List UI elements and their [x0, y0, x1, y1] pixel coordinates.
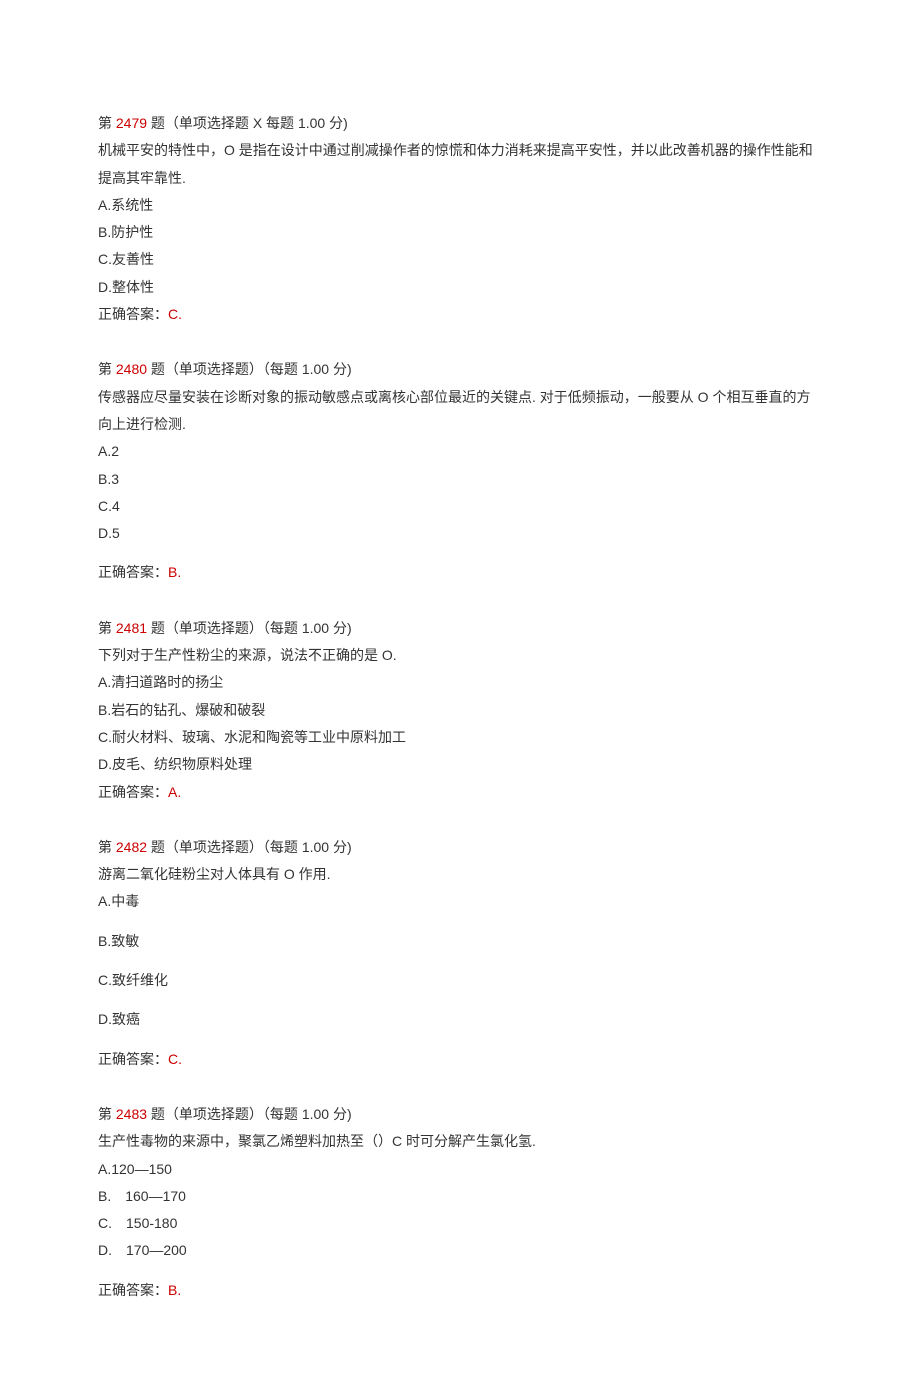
question-header: 第 2481 题（单项选择题）（每题 1.00 分)	[98, 615, 822, 642]
question-meta: 题（单项选择题）（每题 1.00 分)	[147, 361, 352, 377]
question-option: B.岩石的钻孔、爆破和破裂	[98, 697, 822, 724]
question-block: 第 2481 题（单项选择题）（每题 1.00 分)下列对于生产性粉尘的来源，说…	[98, 615, 822, 806]
answer-label: 正确答案：	[98, 306, 168, 322]
question-block: 第 2483 题（单项选择题）（每题 1.00 分)生产性毒物的来源中，聚氯乙烯…	[98, 1101, 822, 1304]
question-option: A.120—150	[98, 1156, 822, 1183]
question-option: C.耐火材料、玻璃、水泥和陶瓷等工业中原料加工	[98, 724, 822, 751]
document-body: 第 2479 题（单项选择题 X 每题 1.00 分)机械平安的特性中，O 是指…	[98, 110, 822, 1304]
question-option: D.5	[98, 520, 822, 547]
question-stem: 游离二氧化硅粉尘对人体具有 O 作用.	[98, 861, 822, 888]
answer-label: 正确答案：	[98, 1282, 168, 1298]
question-option: A.中毒	[98, 888, 822, 915]
question-block: 第 2482 题（单项选择题）（每题 1.00 分)游离二氧化硅粉尘对人体具有 …	[98, 834, 822, 1073]
question-meta: 题（单项选择题）（每题 1.00 分)	[147, 839, 352, 855]
question-option: C.4	[98, 493, 822, 520]
question-header: 第 2480 题（单项选择题）（每题 1.00 分)	[98, 356, 822, 383]
question-number: 2482	[116, 839, 147, 855]
question-number: 2479	[116, 115, 147, 131]
answer-line: 正确答案：C.	[98, 301, 822, 328]
question-option: B.防护性	[98, 219, 822, 246]
answer-value: C.	[168, 306, 182, 322]
answer-value: B.	[168, 564, 181, 580]
question-block: 第 2480 题（单项选择题）（每题 1.00 分)传感器应尽量安装在诊断对象的…	[98, 356, 822, 586]
question-stem: 生产性毒物的来源中，聚氯乙烯塑料加热至（）C 时可分解产生氯化氢.	[98, 1128, 822, 1155]
question-number: 2480	[116, 361, 147, 377]
answer-line: 正确答案：B.	[98, 559, 822, 586]
question-option: D. 170—200	[98, 1237, 822, 1264]
question-prefix: 第	[98, 115, 116, 131]
answer-value: B.	[168, 1282, 181, 1298]
answer-label: 正确答案：	[98, 784, 168, 800]
question-stem: 下列对于生产性粉尘的来源，说法不正确的是 O.	[98, 642, 822, 669]
question-block: 第 2479 题（单项选择题 X 每题 1.00 分)机械平安的特性中，O 是指…	[98, 110, 822, 328]
answer-value: C.	[168, 1051, 182, 1067]
spacer	[98, 547, 822, 559]
question-header: 第 2479 题（单项选择题 X 每题 1.00 分)	[98, 110, 822, 137]
answer-label: 正确答案：	[98, 1051, 168, 1067]
spacer	[98, 1265, 822, 1277]
question-option: C.致纤维化	[98, 967, 822, 994]
question-meta: 题（单项选择题）（每题 1.00 分)	[147, 620, 352, 636]
question-option: B.3	[98, 466, 822, 493]
question-header: 第 2482 题（单项选择题）（每题 1.00 分)	[98, 834, 822, 861]
answer-value: A.	[168, 784, 181, 800]
question-prefix: 第	[98, 1106, 116, 1122]
question-meta: 题（单项选择题）（每题 1.00 分)	[147, 1106, 352, 1122]
question-number: 2483	[116, 1106, 147, 1122]
answer-line: 正确答案：C.	[98, 1046, 822, 1073]
question-option: C.友善性	[98, 246, 822, 273]
question-prefix: 第	[98, 361, 116, 377]
question-option: A.清扫道路时的扬尘	[98, 669, 822, 696]
question-option: D.整体性	[98, 274, 822, 301]
question-option: B. 160—170	[98, 1183, 822, 1210]
question-stem: 机械平安的特性中，O 是指在设计中通过削减操作者的惊慌和体力消耗来提高平安性，并…	[98, 137, 822, 192]
answer-line: 正确答案：A.	[98, 779, 822, 806]
question-prefix: 第	[98, 839, 116, 855]
question-option: A.系统性	[98, 192, 822, 219]
question-option: D.皮毛、纺织物原料处理	[98, 751, 822, 778]
question-option: C. 150-180	[98, 1210, 822, 1237]
answer-line: 正确答案：B.	[98, 1277, 822, 1304]
question-number: 2481	[116, 620, 147, 636]
answer-label: 正确答案：	[98, 564, 168, 580]
question-option: D.致癌	[98, 1006, 822, 1033]
question-prefix: 第	[98, 620, 116, 636]
question-option: A.2	[98, 438, 822, 465]
question-stem: 传感器应尽量安装在诊断对象的振动敏感点或离核心部位最近的关键点. 对于低频振动，…	[98, 384, 822, 439]
question-header: 第 2483 题（单项选择题）（每题 1.00 分)	[98, 1101, 822, 1128]
question-meta: 题（单项选择题 X 每题 1.00 分)	[147, 115, 348, 131]
question-option: B.致敏	[98, 928, 822, 955]
